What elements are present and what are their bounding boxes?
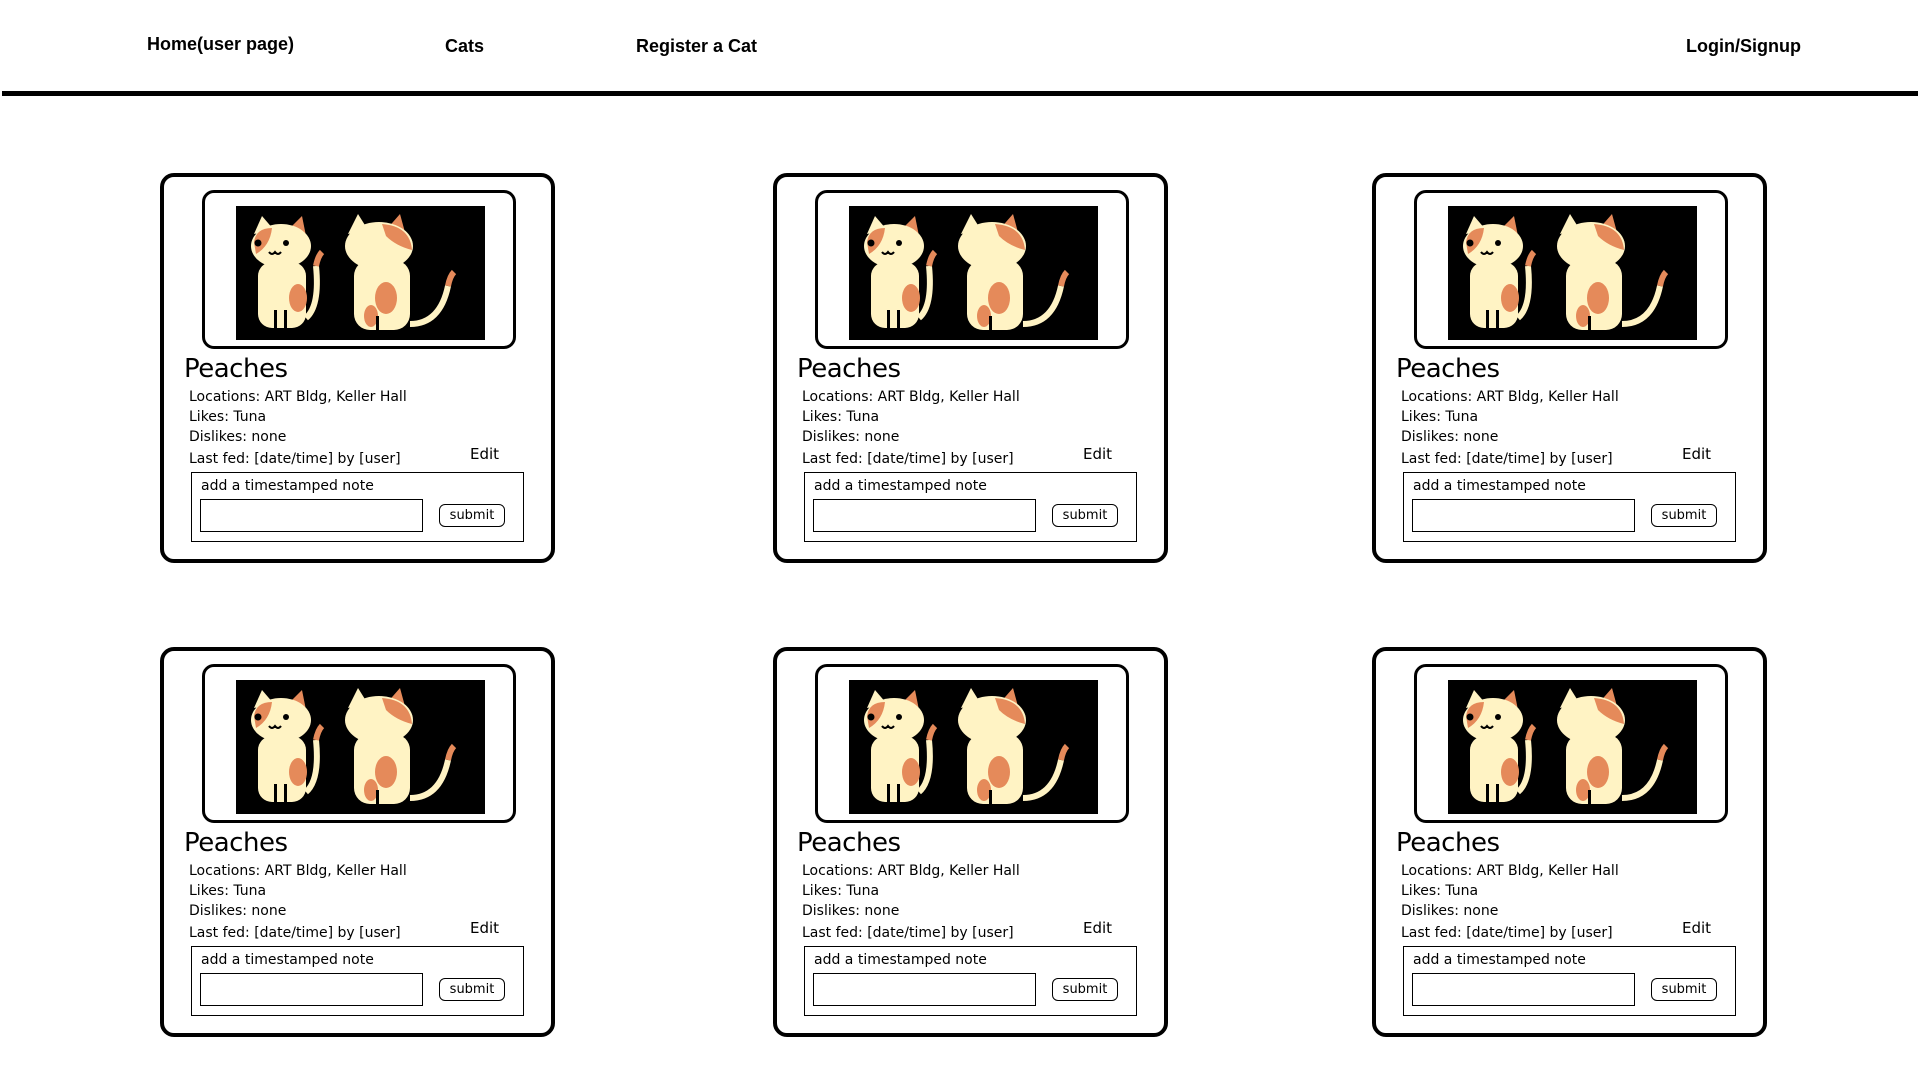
cat-photo-frame [202,664,516,823]
submit-button[interactable]: submit [1052,504,1118,527]
cat-locations: Locations: ART Bldg, Keller Hall [189,863,407,879]
note-input[interactable] [1412,973,1635,1006]
cat-dislikes: Dislikes: none [1401,429,1499,445]
cat-photo [236,680,485,814]
note-form: add a timestamped note submit [1403,472,1736,542]
cat-name: Peaches [184,828,288,858]
submit-button[interactable]: submit [439,504,505,527]
cat-likes: Likes: Tuna [189,883,267,899]
cat-photo-frame [815,664,1129,823]
note-label: add a timestamped note [201,952,374,968]
cat-photo [849,680,1098,814]
note-input[interactable] [813,973,1036,1006]
cat-photo-frame [202,190,516,349]
cat-card: Peaches Locations: ART Bldg, Keller Hall… [773,647,1168,1037]
cat-photo [1448,680,1697,814]
cat-card: Peaches Locations: ART Bldg, Keller Hall… [773,173,1168,563]
cat-last-fed: Last fed: [date/time] by [user] [189,451,401,467]
cat-name: Peaches [797,354,901,384]
note-label: add a timestamped note [1413,478,1586,494]
edit-link[interactable]: Edit [1682,919,1711,937]
nav-divider [2,91,1918,96]
top-nav: Home(user page) Cats Register a Cat Logi… [0,0,1920,100]
submit-button[interactable]: submit [1651,978,1717,1001]
cat-locations: Locations: ART Bldg, Keller Hall [802,863,1020,879]
cat-locations: Locations: ART Bldg, Keller Hall [1401,863,1619,879]
cat-likes: Likes: Tuna [1401,883,1479,899]
cat-name: Peaches [1396,828,1500,858]
cat-likes: Likes: Tuna [189,409,267,425]
edit-link[interactable]: Edit [470,919,499,937]
cat-locations: Locations: ART Bldg, Keller Hall [189,389,407,405]
cat-photo [1448,206,1697,340]
cat-card: Peaches Locations: ART Bldg, Keller Hall… [1372,173,1767,563]
note-form: add a timestamped note submit [191,472,524,542]
nav-home-link[interactable]: Home(user page) [147,34,294,55]
note-label: add a timestamped note [814,478,987,494]
edit-link[interactable]: Edit [1083,445,1112,463]
cat-name: Peaches [184,354,288,384]
note-input[interactable] [200,499,423,532]
note-label: add a timestamped note [814,952,987,968]
edit-link[interactable]: Edit [1083,919,1112,937]
submit-button[interactable]: submit [1651,504,1717,527]
note-form: add a timestamped note submit [191,946,524,1016]
edit-link[interactable]: Edit [1682,445,1711,463]
cat-last-fed: Last fed: [date/time] by [user] [189,925,401,941]
cat-locations: Locations: ART Bldg, Keller Hall [802,389,1020,405]
cat-card: Peaches Locations: ART Bldg, Keller Hall… [160,647,555,1037]
cat-dislikes: Dislikes: none [802,903,900,919]
cat-last-fed: Last fed: [date/time] by [user] [1401,925,1613,941]
cat-photo-frame [815,190,1129,349]
note-input[interactable] [200,973,423,1006]
nav-register-cat-link[interactable]: Register a Cat [636,36,757,57]
cat-last-fed: Last fed: [date/time] by [user] [802,451,1014,467]
note-form: add a timestamped note submit [804,946,1137,1016]
note-input[interactable] [1412,499,1635,532]
cat-likes: Likes: Tuna [802,883,880,899]
cat-likes: Likes: Tuna [802,409,880,425]
cat-dislikes: Dislikes: none [802,429,900,445]
note-form: add a timestamped note submit [804,472,1137,542]
note-input[interactable] [813,499,1036,532]
note-label: add a timestamped note [1413,952,1586,968]
cat-photo [236,206,485,340]
cat-dislikes: Dislikes: none [189,429,287,445]
cat-photo-frame [1414,664,1728,823]
submit-button[interactable]: submit [1052,978,1118,1001]
cat-dislikes: Dislikes: none [1401,903,1499,919]
nav-login-signup-link[interactable]: Login/Signup [1686,36,1801,57]
cat-name: Peaches [797,828,901,858]
cat-card: Peaches Locations: ART Bldg, Keller Hall… [1372,647,1767,1037]
cat-likes: Likes: Tuna [1401,409,1479,425]
cat-photo-frame [1414,190,1728,349]
cat-last-fed: Last fed: [date/time] by [user] [802,925,1014,941]
nav-cats-link[interactable]: Cats [445,36,484,57]
submit-button[interactable]: submit [439,978,505,1001]
cat-last-fed: Last fed: [date/time] by [user] [1401,451,1613,467]
cat-dislikes: Dislikes: none [189,903,287,919]
cat-photo [849,206,1098,340]
edit-link[interactable]: Edit [470,445,499,463]
note-label: add a timestamped note [201,478,374,494]
cat-locations: Locations: ART Bldg, Keller Hall [1401,389,1619,405]
note-form: add a timestamped note submit [1403,946,1736,1016]
cat-name: Peaches [1396,354,1500,384]
cat-card: Peaches Locations: ART Bldg, Keller Hall… [160,173,555,563]
